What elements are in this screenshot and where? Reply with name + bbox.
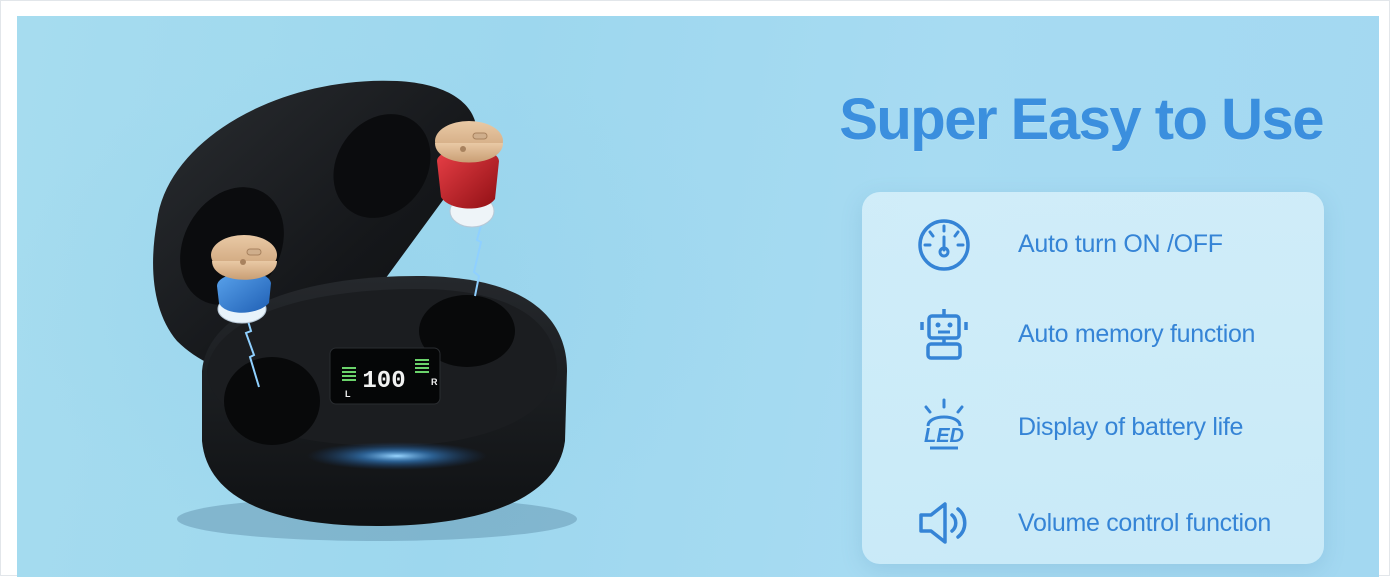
robot-icon — [912, 304, 976, 364]
product-banner: 100 L R Super Easy to Use Auto turn ON /… — [17, 16, 1379, 577]
right-channel-label: R — [431, 377, 438, 387]
features-panel: Auto turn ON /OFF Auto memory function L… — [862, 192, 1324, 564]
feature-label: Volume control function — [1018, 508, 1271, 537]
base-well-left — [224, 357, 320, 445]
battery-percentage: 100 — [362, 368, 405, 395]
gauge-icon — [912, 214, 976, 274]
hearing-aid-case-illustration: 100 L R — [153, 80, 577, 541]
feature-battery-display: LED Display of battery life — [862, 397, 1324, 457]
feature-label: Auto turn ON /OFF — [1018, 229, 1223, 258]
led-icon-text: LED — [924, 425, 964, 447]
feature-volume-control: Volume control function — [862, 493, 1324, 553]
feature-auto-on-off: Auto turn ON /OFF — [862, 214, 1324, 274]
speaker-volume-icon — [912, 493, 976, 553]
feature-label: Display of battery life — [1018, 412, 1244, 441]
feature-label: Auto memory function — [1018, 319, 1256, 348]
feature-auto-memory: Auto memory function — [862, 304, 1324, 364]
case-light-glow — [307, 442, 487, 470]
right-hearing-aid — [435, 121, 503, 228]
headline: Super Easy to Use — [839, 87, 1324, 152]
page-frame: 100 L R Super Easy to Use Auto turn ON /… — [0, 0, 1390, 577]
left-channel-label: L — [345, 389, 351, 399]
led-light-icon: LED — [912, 397, 976, 457]
